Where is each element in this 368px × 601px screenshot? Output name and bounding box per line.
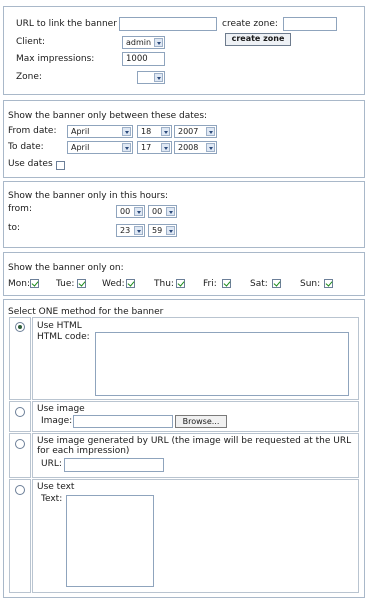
chevron-down-icon: [206, 127, 215, 136]
day-checkbox-wed[interactable]: [126, 279, 135, 288]
from-minute-select[interactable]: 00: [148, 205, 177, 218]
chevron-down-icon: [161, 143, 170, 152]
hours-heading: Show the banner only in this hours:: [8, 191, 169, 201]
zone-select[interactable]: [137, 71, 165, 84]
chevron-down-icon: [122, 127, 131, 136]
chevron-down-icon: [134, 207, 143, 216]
day-label-tue: Tue:: [56, 279, 75, 289]
day-checkbox-sat[interactable]: [272, 279, 281, 288]
to-year-select[interactable]: 2008: [174, 141, 217, 154]
day-label-wed: Wed:: [102, 279, 125, 289]
create-zone-label: create zone:: [222, 19, 278, 29]
method-panel: Select ONE method for the banner Use HTM…: [3, 299, 365, 598]
from-month-select[interactable]: April: [67, 125, 133, 138]
create-zone-button[interactable]: create zone: [225, 33, 291, 46]
day-label-mon: Mon:: [8, 279, 31, 289]
from-day-value: 18: [141, 127, 152, 136]
html-code-textarea[interactable]: [95, 332, 349, 396]
hours-from-label: from:: [8, 204, 32, 214]
day-checkbox-sun[interactable]: [324, 279, 333, 288]
from-month-value: April: [71, 127, 90, 136]
from-date-label: From date:: [8, 126, 57, 136]
url-label: URL to link the banner: [16, 19, 117, 29]
use-image-radio[interactable]: [15, 407, 25, 417]
client-select-value: admin: [126, 38, 152, 47]
use-url-image-radio[interactable]: [15, 439, 25, 449]
text-label: Text:: [41, 494, 63, 504]
text-radio-cell: [9, 479, 31, 593]
day-checkbox-tue[interactable]: [77, 279, 86, 288]
from-year-value: 2007: [178, 127, 199, 136]
url-input[interactable]: [119, 17, 217, 31]
image-label: Image:: [41, 416, 73, 426]
from-year-select[interactable]: 2007: [174, 125, 217, 138]
from-hour-select[interactable]: 00: [116, 205, 145, 218]
dates-panel: Show the banner only between these dates…: [3, 100, 365, 178]
days-heading: Show the banner only on:: [8, 263, 124, 273]
day-checkbox-fri[interactable]: [222, 279, 231, 288]
create-zone-input[interactable]: [283, 17, 337, 31]
url-image-option-cell: Use image generated by URL (the image wi…: [32, 433, 359, 478]
to-minute-value: 59: [152, 226, 163, 235]
dates-heading: Show the banner only between these dates…: [8, 111, 208, 121]
url-image-title: Use image generated by URL (the image wi…: [37, 436, 352, 446]
chevron-down-icon: [161, 127, 170, 136]
max-impressions-input[interactable]: 1000: [122, 52, 165, 66]
day-label-sun: Sun:: [300, 279, 321, 289]
max-impressions-label: Max impressions:: [16, 54, 95, 64]
html-radio-cell: [9, 317, 31, 400]
client-select[interactable]: admin: [122, 36, 165, 49]
use-dates-label: Use dates: [8, 159, 53, 169]
use-html-radio[interactable]: [15, 322, 25, 332]
to-day-value: 17: [141, 143, 152, 152]
banner-settings-panel: URL to link the banner create zone: crea…: [3, 6, 365, 95]
to-year-value: 2008: [178, 143, 199, 152]
use-image-title: Use image: [37, 404, 85, 414]
chevron-down-icon: [166, 207, 175, 216]
use-dates-checkbox[interactable]: [56, 161, 65, 170]
day-label-thu: Thu:: [154, 279, 174, 289]
chevron-down-icon: [154, 38, 163, 47]
html-option-cell: Use HTML HTML code:: [32, 317, 359, 400]
url-image-label: URL:: [41, 459, 62, 469]
hours-to-label: to:: [8, 223, 21, 233]
from-minute-value: 00: [152, 207, 163, 216]
to-month-value: April: [71, 143, 90, 152]
client-label: Client:: [16, 37, 46, 47]
zone-label: Zone:: [16, 72, 42, 82]
hours-panel: Show the banner only in this hours: from…: [3, 181, 365, 248]
from-hour-value: 00: [120, 207, 131, 216]
to-hour-value: 23: [120, 226, 131, 235]
days-panel: Show the banner only on: Mon: Tue: Wed: …: [3, 252, 365, 296]
method-heading: Select ONE method for the banner: [8, 307, 164, 317]
day-checkbox-mon[interactable]: [30, 279, 39, 288]
day-label-sat: Sat:: [250, 279, 268, 289]
chevron-down-icon: [122, 143, 131, 152]
day-checkbox-thu[interactable]: [176, 279, 185, 288]
to-minute-select[interactable]: 59: [148, 224, 177, 237]
to-month-select[interactable]: April: [67, 141, 133, 154]
image-file-input[interactable]: [73, 415, 173, 428]
use-html-title: Use HTML: [37, 321, 82, 331]
browse-button[interactable]: Browse...: [175, 415, 227, 428]
url-image-radio-cell: [9, 433, 31, 478]
to-date-label: To date:: [8, 142, 44, 152]
chevron-down-icon: [154, 73, 163, 82]
to-day-select[interactable]: 17: [137, 141, 172, 154]
to-hour-select[interactable]: 23: [116, 224, 145, 237]
use-text-title: Use text: [37, 482, 75, 492]
use-text-radio[interactable]: [15, 485, 25, 495]
url-image-input[interactable]: [64, 458, 164, 472]
html-code-label: HTML code:: [37, 332, 90, 342]
chevron-down-icon: [134, 226, 143, 235]
from-day-select[interactable]: 18: [137, 125, 172, 138]
chevron-down-icon: [166, 226, 175, 235]
image-radio-cell: [9, 401, 31, 432]
day-label-fri: Fri:: [203, 279, 217, 289]
chevron-down-icon: [206, 143, 215, 152]
url-image-title-line2: for each impression): [37, 446, 130, 456]
text-option-cell: Use text Text:: [32, 479, 359, 593]
text-textarea[interactable]: [66, 495, 154, 587]
image-option-cell: Use image Image: Browse...: [32, 401, 359, 432]
